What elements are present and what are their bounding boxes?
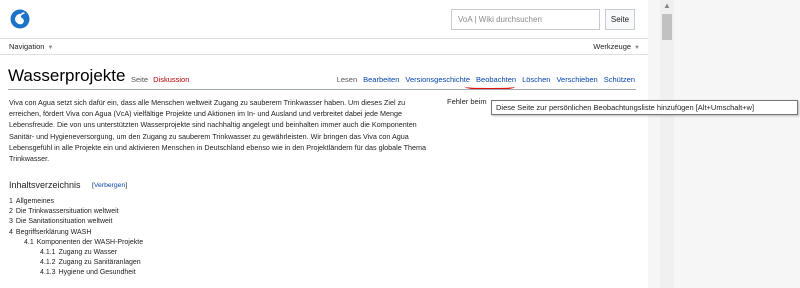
- toc-item[interactable]: 4 Begriffserklärung WASH: [9, 229, 91, 236]
- chevron-down-icon: ▼: [47, 45, 54, 51]
- toc-item-text: Begriffserklärung WASH: [15, 228, 92, 236]
- scrollbar-thumb[interactable]: [662, 14, 672, 40]
- navigation-menu-label: Navigation: [9, 42, 45, 51]
- toc-item[interactable]: 3 Die Sanitationsituation weltweit: [9, 218, 112, 225]
- tab-history[interactable]: Versionsgeschichte: [405, 75, 470, 84]
- infobox-error-text: Fehler beim: [447, 97, 487, 106]
- toc-item-number: 3: [9, 218, 13, 226]
- wiki-logo-icon[interactable]: [10, 9, 30, 29]
- tab-page[interactable]: Seite: [131, 75, 148, 84]
- toc-item-number: 4.1.3: [40, 269, 56, 277]
- tab-move[interactable]: Verschieben: [556, 75, 597, 84]
- intro-paragraph: Viva con Agua setzt sich dafür ein, dass…: [9, 98, 427, 164]
- toc-item[interactable]: 4.1.3 Hygiene und Gesundheit: [40, 269, 136, 276]
- watch-tooltip: Diese Seite zur persönlichen Beobachtung…: [491, 100, 798, 115]
- tab-edit[interactable]: Bearbeiten: [363, 75, 399, 84]
- toc-toggle: [Verbergen]: [92, 182, 127, 189]
- tools-menu[interactable]: Werkzeuge ▼: [593, 42, 640, 51]
- namespace-tabs: Seite Diskussion: [131, 75, 194, 84]
- navigation-bar: Navigation ▼ Werkzeuge ▼: [0, 38, 648, 55]
- toc-item[interactable]: 4.1.2 Zugang zu Sanitäranlagen: [40, 259, 141, 266]
- toc-item-number: 4.1: [24, 238, 34, 246]
- toc-title: Inhaltsverzeichnis: [9, 180, 81, 190]
- vertical-scrollbar[interactable]: ▲: [660, 0, 674, 288]
- title-divider: [8, 89, 636, 90]
- toc-item-number: 4.1.2: [40, 259, 56, 267]
- scroll-up-arrow-icon[interactable]: ▲: [660, 0, 674, 12]
- toc-item-text: Komponenten der WASH-Projekte: [36, 238, 144, 246]
- toc-item-text: Allgemeines: [15, 198, 55, 205]
- toc-item-text: Zugang zu Wasser: [58, 249, 118, 256]
- toc-item[interactable]: 4.1 Komponenten der WASH-Projekte: [24, 239, 143, 246]
- navigation-menu[interactable]: Navigation ▼: [9, 42, 53, 51]
- toc-item-number: 2: [9, 208, 13, 216]
- tab-discussion[interactable]: Diskussion: [153, 75, 189, 84]
- toc-item-text: Zugang zu Sanitäranlagen: [58, 259, 141, 267]
- toc-item[interactable]: 4.1.1 Zugang zu Wasser: [40, 249, 117, 256]
- tools-menu-label: Werkzeuge: [593, 42, 632, 51]
- page-title: Wasserprojekte: [8, 66, 126, 85]
- toc-item-number: 4: [9, 228, 13, 236]
- wiki-page: Seite Navigation▼ Werkzeuge▼ Wasserproje…: [0, 0, 648, 288]
- tab-read[interactable]: Lesen: [337, 75, 357, 84]
- tab-protect[interactable]: Schützen: [604, 75, 635, 84]
- toc-item-text: Die Trinkwassersituation weltweit: [15, 208, 119, 216]
- toc-item-text: Hygiene und Gesundheit: [58, 269, 136, 277]
- toc-item-text: Die Sanitationsituation weltweit: [15, 218, 113, 226]
- toc-hide-link[interactable]: Verbergen: [94, 182, 125, 189]
- toc-item[interactable]: 1 Allgemeines: [9, 198, 54, 205]
- toc-toggle-bracket-close: ]: [125, 182, 128, 189]
- toc-item-number: 4.1.1: [40, 249, 56, 256]
- chevron-down-icon: ▼: [634, 45, 640, 51]
- toc-item-number: 1: [9, 198, 13, 205]
- toc-item[interactable]: 2 Die Trinkwassersituation weltweit: [9, 208, 119, 215]
- search-button[interactable]: Seite: [605, 9, 635, 30]
- search-input[interactable]: [451, 9, 600, 30]
- tab-delete[interactable]: Löschen: [522, 75, 550, 84]
- tab-watch[interactable]: Beobachten: [476, 75, 516, 84]
- page-actions: Lesen Bearbeiten Versionsgeschichte Beobach…: [331, 75, 635, 84]
